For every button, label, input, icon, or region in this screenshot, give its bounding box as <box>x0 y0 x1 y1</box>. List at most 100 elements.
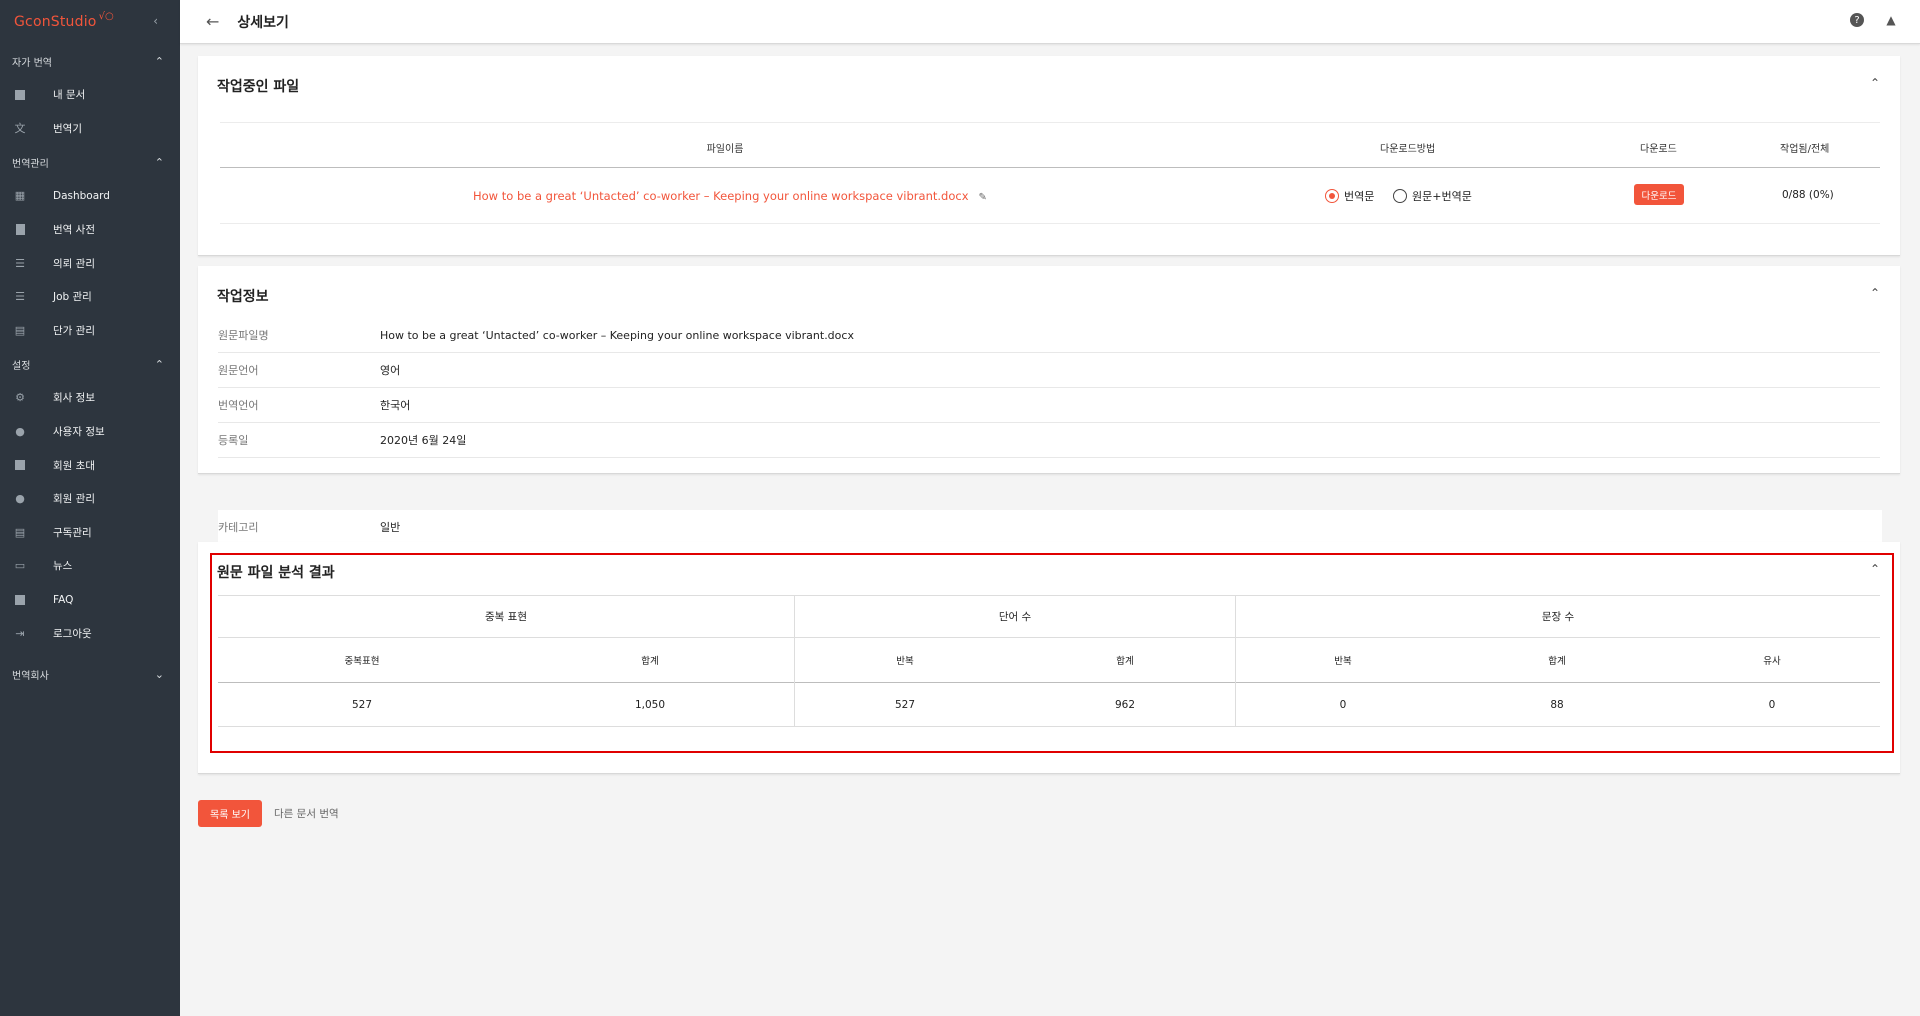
section-title: 설정 <box>12 360 31 372</box>
info-label: 번역언어 <box>218 399 259 412</box>
sidebar-item-dashboard[interactable]: ▦ Dashboard <box>0 179 180 213</box>
sidebar-item-news[interactable]: ▭ 뉴스 <box>0 549 180 583</box>
working-files-card: 작업중인 파일 ⌃ 파일이름 다운로드방법 다운로드 작업됨/전체 How to… <box>198 56 1900 256</box>
help-icon[interactable]: ? <box>1850 13 1864 27</box>
sidebar-item-rates[interactable]: ▤ 단가 관리 <box>0 314 180 348</box>
download-button[interactable]: 다운로드 <box>1634 184 1684 205</box>
sidebar-item-label: 회원 관리 <box>53 493 95 506</box>
gear-icon: ⚙ <box>15 391 25 405</box>
info-value: 2020년 6월 24일 <box>380 434 467 447</box>
back-arrow-icon[interactable]: ← <box>206 12 219 31</box>
col-download: 다운로드 <box>1640 144 1677 155</box>
chevron-up-icon: ⌃ <box>154 357 164 371</box>
dashboard-icon: ▦ <box>14 189 26 203</box>
sub-dup-total: 합계 <box>641 656 659 667</box>
info-value: 영어 <box>380 364 401 377</box>
analysis-table: 중복 표현 단어 수 문장 수 중복표현 합계 반복 합계 반복 합계 유사 5… <box>218 595 1880 727</box>
sub-sent-total: 합계 <box>1548 656 1566 667</box>
top-bar: ← 상세보기 ? ▲ <box>180 0 1920 44</box>
sidebar-item-label: Dashboard <box>53 189 110 202</box>
help-box-icon <box>13 458 27 472</box>
chevron-up-icon[interactable]: ⌃ <box>1870 286 1880 300</box>
info-label: 카테고리 <box>218 521 259 534</box>
job-info-title: 작업정보 <box>217 289 269 305</box>
sidebar-item-label: 의뢰 관리 <box>53 257 95 270</box>
group-words: 단어 수 <box>998 611 1032 623</box>
analysis-subheader-row: 중복표현 합계 반복 합계 반복 합계 유사 <box>218 638 1880 683</box>
sidebar-item-label: 구독관리 <box>53 526 92 539</box>
footer-actions: 목록 보기 다른 문서 번역 <box>198 800 339 827</box>
info-value: How to be a great ‘Untacted’ co-worker –… <box>380 328 854 342</box>
sidebar: GconStudio √○ ‹ 자가 번역 ⌃ 내 문서 文 번역기 번역관리 … <box>0 0 180 1016</box>
val-sent-similar: 0 <box>1768 698 1776 711</box>
bell-icon[interactable]: ▲ <box>1884 13 1898 27</box>
job-info-card: 작업정보 ⌃ 원문파일명 How to be a great ‘Untacted… <box>198 266 1900 474</box>
section-title: 번역회사 <box>12 671 49 683</box>
sidebar-item-user-info[interactable]: ● 사용자 정보 <box>0 415 180 449</box>
list-icon: ☰ <box>15 256 25 270</box>
person-icon: ● <box>15 425 25 439</box>
book-icon <box>13 223 27 237</box>
sidebar-item-label: 사용자 정보 <box>53 426 105 439</box>
group-sentences: 문장 수 <box>1541 611 1575 623</box>
pencil-icon[interactable]: ✎ <box>979 192 987 203</box>
sidebar-item-faq[interactable]: FAQ <box>0 583 180 617</box>
sidebar-item-members[interactable]: ● 회원 관리 <box>0 482 180 516</box>
radio-translation[interactable] <box>1325 189 1339 203</box>
documents-icon <box>13 88 27 102</box>
sub-sent-similar: 유사 <box>1763 656 1781 667</box>
list-view-button[interactable]: 목록 보기 <box>198 800 262 827</box>
chevron-up-icon[interactable]: ⌃ <box>1870 76 1880 90</box>
sidebar-section-settings[interactable]: 설정 ⌃ <box>0 347 180 381</box>
chevron-up-icon[interactable]: ⌃ <box>1870 562 1880 576</box>
sidebar-section-self-translation[interactable]: 자가 번역 ⌃ <box>0 44 180 78</box>
sidebar-item-my-documents[interactable]: 내 문서 <box>0 78 180 112</box>
radio-label: 원문+번역문 <box>1412 190 1472 203</box>
sidebar-item-jobs[interactable]: ☰ Job 관리 <box>0 280 180 314</box>
column-divider <box>794 595 795 727</box>
radio-label: 번역문 <box>1344 190 1375 203</box>
sidebar-item-translator[interactable]: 文 번역기 <box>0 112 180 146</box>
sidebar-item-label: Job 관리 <box>53 291 92 304</box>
sidebar-item-logout[interactable]: ⇥ 로그아웃 <box>0 616 180 650</box>
sidebar-item-dictionary[interactable]: 번역 사전 <box>0 213 180 247</box>
page-title: 상세보기 <box>237 14 289 31</box>
brand-mark: √○ <box>98 10 114 22</box>
info-label: 등록일 <box>218 434 249 447</box>
sidebar-item-label: 뉴스 <box>53 560 73 573</box>
analysis-card: 원문 파일 분석 결과 ⌃ 중복 표현 단어 수 문장 수 중복표현 합계 반복… <box>198 542 1900 774</box>
sidebar-item-label: 내 문서 <box>53 89 86 102</box>
sidebar-item-subscription[interactable]: ▤ 구독관리 <box>0 516 180 550</box>
info-value: 한국어 <box>380 399 411 412</box>
progress-value: 0/88 (0%) <box>1782 189 1834 201</box>
news-icon: ▭ <box>14 559 26 573</box>
val-sent-repeat: 0 <box>1339 698 1347 711</box>
radio-source-translation[interactable] <box>1393 189 1407 203</box>
translate-other-document-link[interactable]: 다른 문서 번역 <box>274 806 339 821</box>
info-row-category: 카테고리 일반 <box>218 510 1882 545</box>
col-progress: 작업됨/전체 <box>1780 144 1830 155</box>
sidebar-section-translation-management[interactable]: 번역관리 ⌃ <box>0 145 180 179</box>
help-box-icon <box>13 593 27 607</box>
sidebar-collapse-icon[interactable]: ‹ <box>153 14 158 28</box>
section-title: 자가 번역 <box>12 57 52 69</box>
sidebar-section-translation-company[interactable]: 번역회사 ⌄ <box>0 658 180 692</box>
option-source-and-translation[interactable]: 원문+번역문 <box>1393 188 1472 204</box>
info-value: 일반 <box>380 521 401 534</box>
header-actions: ? ▲ <box>1850 13 1898 27</box>
val-dup-expr: 527 <box>351 698 373 711</box>
col-filename: 파일이름 <box>706 144 744 155</box>
file-name-link[interactable]: How to be a great ‘Untacted’ co-worker –… <box>473 189 969 203</box>
sidebar-item-requests[interactable]: ☰ 의뢰 관리 <box>0 246 180 280</box>
chevron-down-icon: ⌄ <box>154 668 164 682</box>
sidebar-item-invite-member[interactable]: 회원 초대 <box>0 448 180 482</box>
sub-sent-repeat: 반복 <box>1334 656 1352 667</box>
sub-dup-expr: 중복표현 <box>344 656 380 667</box>
option-translation[interactable]: 번역문 <box>1325 188 1374 204</box>
sidebar-item-company-info[interactable]: ⚙ 회사 정보 <box>0 381 180 415</box>
info-row-source-file: 원문파일명 How to be a great ‘Untacted’ co-wo… <box>218 318 1880 353</box>
brand-logo[interactable]: GconStudio <box>14 14 97 30</box>
brand: GconStudio √○ ‹ <box>0 0 180 44</box>
info-row-target-language: 번역언어 한국어 <box>218 388 1880 423</box>
card-icon: ▤ <box>14 323 26 337</box>
